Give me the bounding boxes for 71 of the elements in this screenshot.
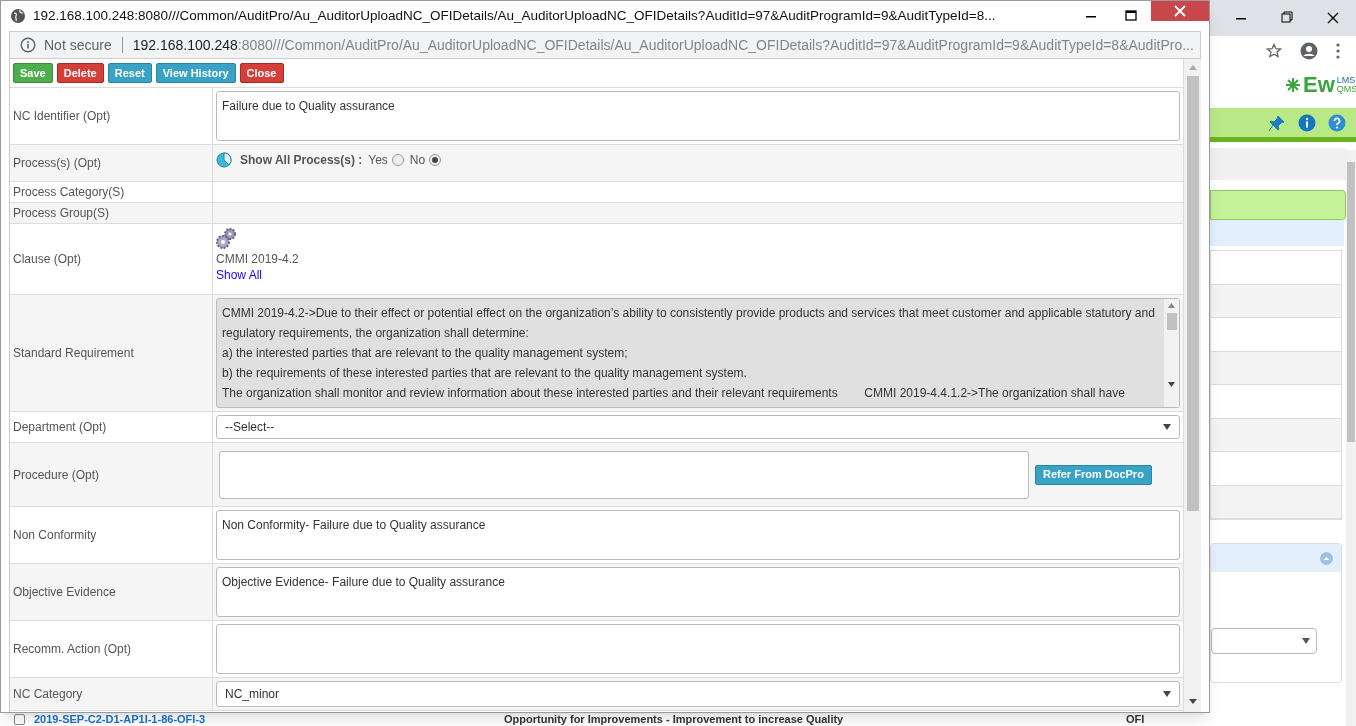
pin-icon[interactable] xyxy=(1268,113,1286,132)
logo-text: Ew xyxy=(1303,74,1335,96)
text-line: The organization shall monitor and review information about these interested parties and their relevant requirements CMMI 2019-4.4.1.2->The organization shall have xyxy=(222,385,1126,402)
refer-button[interactable]: Refer From DocPro xyxy=(1035,464,1152,485)
arrow-up-icon xyxy=(1168,303,1175,308)
record-link[interactable]: 2019-SEP-C2-D1-AP1I-1-86-OFI-3 xyxy=(34,714,504,725)
field-label: Recomm. Action (Opt) xyxy=(13,641,132,658)
text-area[interactable]: Failure due to Quality assurance xyxy=(216,91,1180,141)
scrollbar-thumb[interactable] xyxy=(1186,76,1199,511)
field-label: Process(s) (Opt) xyxy=(13,155,101,172)
info-icon[interactable] xyxy=(1298,113,1316,132)
caret-icon xyxy=(1163,691,1171,697)
field-label: NC Category xyxy=(13,686,83,703)
help-icon[interactable] xyxy=(1328,113,1346,132)
profile-icon[interactable] xyxy=(1300,42,1318,60)
flower-icon xyxy=(1285,77,1301,93)
show-all-link[interactable]: Show All xyxy=(216,267,1180,283)
field-label: NC Identifier (Opt) xyxy=(13,108,111,125)
menu-icon[interactable] xyxy=(1336,43,1340,59)
info-icon xyxy=(20,37,36,53)
text-line: CMMI 2019-4.2->Due to their effect or potential effect on the organization’s ability to consistently provide products and services that meet customer and applicable statutory and xyxy=(222,305,1156,322)
field-label: Department (Opt) xyxy=(13,419,107,436)
text-area[interactable]: Non Conformity- Failure due to Quality assurance xyxy=(216,510,1180,560)
field-label: Non Conformity xyxy=(13,527,97,544)
security-label: Not secure xyxy=(44,35,112,55)
text-area[interactable] xyxy=(219,450,1029,499)
toolbar-button[interactable]: Delete xyxy=(56,63,104,83)
scrollbar-thumb[interactable] xyxy=(1166,313,1177,330)
toolbar-button[interactable]: Save xyxy=(13,63,53,83)
gears-icon xyxy=(216,227,238,249)
option-label: No xyxy=(409,151,426,169)
field-label: Objective Evidence xyxy=(13,584,116,601)
field-label: Process Group(S) xyxy=(13,205,110,222)
pie-chart-icon xyxy=(216,151,232,168)
field-label: Clause (Opt) xyxy=(13,251,82,268)
toolbar-button[interactable]: Reset xyxy=(107,63,152,83)
text-line: regulatory requirements, the organization shall determine: xyxy=(222,325,530,342)
logo-caption: QMS xyxy=(1336,85,1356,94)
dropdown[interactable]: NC_minor xyxy=(216,681,1180,707)
dropdown[interactable]: --Select-- xyxy=(216,415,1180,439)
close-button[interactable] xyxy=(1151,1,1209,21)
table-cell: OFI xyxy=(1126,714,1145,725)
text-area[interactable]: Objective Evidence- Failure due to Quality assurance xyxy=(216,567,1180,617)
globe-icon xyxy=(11,9,25,23)
arrow-down-icon xyxy=(1168,382,1175,387)
star-icon[interactable] xyxy=(1266,43,1282,59)
caret-icon xyxy=(1163,424,1171,430)
table-cell-text: Opportunity for Improvements - Improvement to increase Quality xyxy=(504,714,845,725)
toolbar-button[interactable]: View History xyxy=(155,63,236,83)
question-label: Show All Process(s) : xyxy=(240,151,363,169)
checkbox[interactable] xyxy=(14,714,25,725)
dropdown[interactable] xyxy=(1211,628,1317,654)
clause-text: CMMI 2019-4.2 xyxy=(216,251,300,267)
arrow-down-icon xyxy=(1188,699,1197,704)
text-area[interactable] xyxy=(216,624,1180,674)
caret-icon xyxy=(1302,638,1310,644)
radio-button[interactable] xyxy=(429,153,442,166)
field-label: Procedure (Opt) xyxy=(13,466,100,484)
close-icon xyxy=(1174,5,1186,17)
text-line: a) the interested parties that are relevant to the quality management system; xyxy=(222,345,629,362)
logo-caption: LMS xyxy=(1336,76,1356,85)
window-title: 192.168.100.248:8080///Common/AuditPro/Au_AuditorUploadNC_OFIDetails/Au_AuditorUploadNC_OFIDetails?AuditId=97&AuditProgramId=9&AuditTypeId=8... xyxy=(33,6,996,25)
field-label: Process Category(S) xyxy=(13,184,125,201)
scrollbar-thumb[interactable] xyxy=(1347,162,1355,442)
toolbar-button[interactable]: Close xyxy=(239,63,284,83)
url-text: 192.168.100.248:8080///Common/AuditPro/Au_AuditorUploadNC_OFIDetails/Au_AuditorUploadNC_OFIDetails?AuditId=97&AuditProgramId=9&AuditTypeId=8&AuditPro... xyxy=(132,35,1194,55)
arrow-up-icon xyxy=(1188,65,1197,70)
option-label: Yes xyxy=(368,151,388,169)
field-label: Standard Requirement xyxy=(13,345,134,362)
text-line: b) the requirements of these interested parties that are relevant to the quality management system. xyxy=(222,365,748,382)
radio-button[interactable] xyxy=(391,153,404,166)
